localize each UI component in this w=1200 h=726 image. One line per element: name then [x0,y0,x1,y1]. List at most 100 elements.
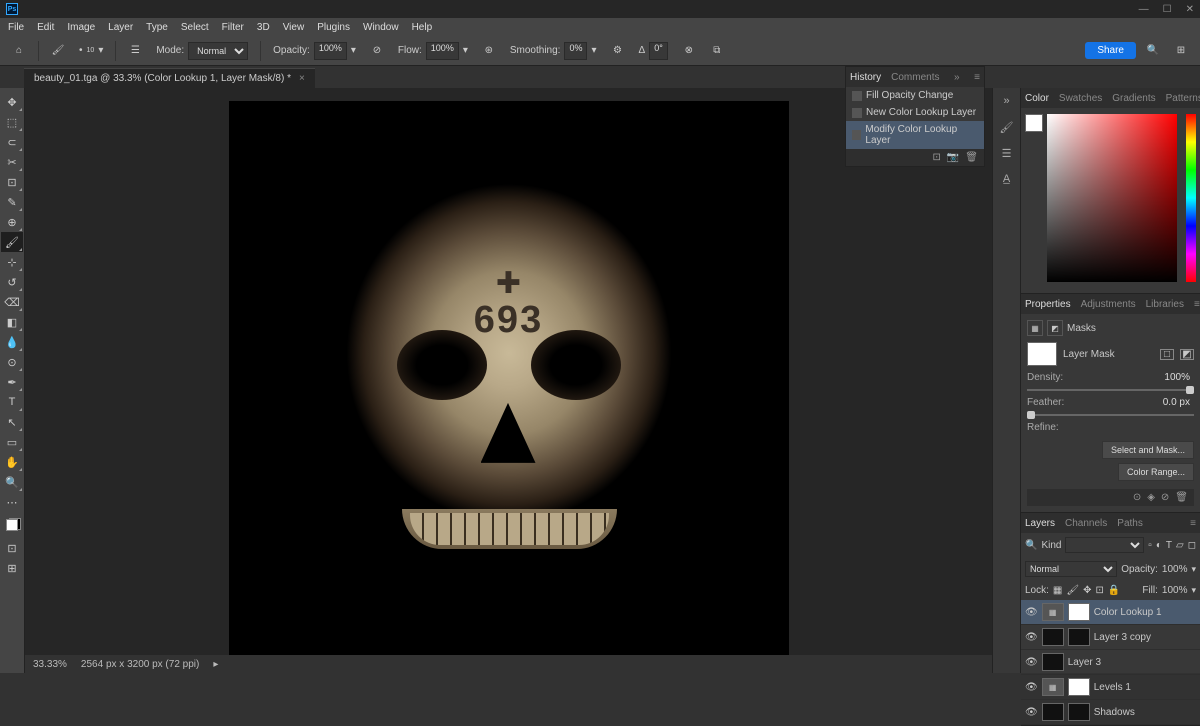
menu-select[interactable]: Select [181,22,209,33]
more-tools-icon[interactable]: ⋯ [1,492,23,512]
menu-help[interactable]: Help [412,22,433,33]
apply-mask-icon[interactable]: ◈ [1147,492,1155,503]
close-tab-icon[interactable]: × [299,73,305,84]
layer-thumbnail[interactable] [1042,628,1064,646]
history-panel[interactable]: History Comments » ≡ Fill Opacity Change… [845,66,985,167]
brushes-panel-icon[interactable]: 🖌 [998,118,1016,136]
add-pixel-mask-icon[interactable]: □ [1160,349,1174,360]
density-slider[interactable] [1027,389,1194,391]
expand-icon[interactable]: » [998,92,1016,110]
lock-artboard-icon[interactable]: ⊡ [1095,585,1103,596]
color-preview-swatch[interactable] [1025,114,1043,132]
screenmode-icon[interactable]: ⊞ [1,558,23,578]
filter-kind-select[interactable] [1065,537,1144,553]
layer-name[interactable]: Color Lookup 1 [1094,607,1162,618]
brush-tool-icon[interactable]: 🖌 [1,232,23,252]
dodge-tool-icon[interactable]: ⊙ [1,352,23,372]
hand-tool-icon[interactable]: ✋ [1,452,23,472]
tab-history[interactable]: History [850,72,881,83]
smoothing-field[interactable]: 0% [564,42,587,60]
lock-all-icon[interactable]: 🔒 [1108,585,1120,596]
layer-name[interactable]: Levels 1 [1094,682,1131,693]
foreground-swatch[interactable] [6,519,18,531]
new-doc-from-state-icon[interactable]: ⊡ [932,152,940,163]
pressure-size-icon[interactable]: ⊗ [678,40,700,62]
layer-row[interactable]: 👁Layer 3 copy [1021,625,1200,650]
lock-pixels-icon[interactable]: 🖌 [1066,585,1079,596]
mask-thumbnail[interactable] [1068,703,1090,721]
smoothing-options-icon[interactable]: ⚙ [607,40,629,62]
frame-tool-icon[interactable]: ⊡ [1,172,23,192]
tab-color[interactable]: Color [1025,93,1049,104]
menu-layer[interactable]: Layer [108,22,133,33]
brush-settings-panel-icon[interactable]: ☰ [998,144,1016,162]
eraser-tool-icon[interactable]: ⌫ [1,292,23,312]
color-field[interactable] [1047,114,1177,282]
history-item[interactable]: Fill Opacity Change [846,87,984,104]
fill-value[interactable]: 100% [1162,585,1188,596]
filter-type-icon[interactable]: T [1166,540,1172,551]
history-item[interactable]: New Color Lookup Layer [846,104,984,121]
filter-adj-icon[interactable]: ◐ [1156,540,1162,551]
canvas-area[interactable]: ✚ 693 33.33% 2564 px x 3200 px (72 ppi)▸ [25,88,992,673]
tab-comments[interactable]: Comments [891,72,939,83]
menu-type[interactable]: Type [146,22,168,33]
tab-adjustments[interactable]: Adjustments [1081,299,1136,310]
pen-tool-icon[interactable]: ✒ [1,372,23,392]
brush-preset-icon[interactable]: 🖌 [47,40,69,62]
crop-tool-icon[interactable]: ✂ [1,152,23,172]
feather-value[interactable]: 0.0 px [1163,397,1194,408]
healing-tool-icon[interactable]: ⊕ [1,212,23,232]
history-item[interactable]: Modify Color Lookup Layer [846,121,984,149]
visibility-icon[interactable]: 👁 [1025,607,1038,618]
layer-opacity-value[interactable]: 100% [1162,564,1188,575]
tab-libraries[interactable]: Libraries [1146,299,1184,310]
type-tool-icon[interactable]: T [1,392,23,412]
stamp-tool-icon[interactable]: ⊹ [1,252,23,272]
add-vector-mask-icon[interactable]: ◩ [1180,349,1194,360]
history-brush-tool-icon[interactable]: ↺ [1,272,23,292]
maximize-button[interactable]: ☐ [1163,4,1172,15]
load-selection-icon[interactable]: ⊙ [1133,492,1141,503]
brush-settings-icon[interactable]: ☰ [124,40,146,62]
pixel-mask-icon[interactable]: ▦ [1027,320,1043,336]
lasso-tool-icon[interactable]: ⊂ [1,132,23,152]
delete-state-icon[interactable]: 🗑 [965,152,978,163]
visibility-icon[interactable]: 👁 [1025,682,1038,693]
density-value[interactable]: 100% [1164,372,1194,383]
select-and-mask-button[interactable]: Select and Mask... [1102,441,1194,459]
home-icon[interactable]: ⌂ [8,40,30,62]
marquee-tool-icon[interactable]: ⬚ [1,112,23,132]
blend-mode-select[interactable]: Normal [1025,561,1117,577]
airbrush-icon[interactable]: ⊛ [478,40,500,62]
document-canvas[interactable]: ✚ 693 [229,101,789,661]
angle-field[interactable]: 0° [649,42,668,60]
panel-menu-icon[interactable]: ≡ [1194,299,1200,310]
mask-thumbnail[interactable] [1027,342,1057,366]
gradient-tool-icon[interactable]: ◧ [1,312,23,332]
tab-gradients[interactable]: Gradients [1112,93,1155,104]
menu-window[interactable]: Window [363,22,399,33]
color-range-button[interactable]: Color Range... [1118,463,1194,481]
tab-swatches[interactable]: Swatches [1059,93,1102,104]
visibility-icon[interactable]: 👁 [1025,657,1038,668]
panel-menu-icon[interactable]: ≡ [1190,518,1196,529]
quickmask-icon[interactable]: ⊡ [1,538,23,558]
zoom-level[interactable]: 33.33% [33,659,67,670]
layer-thumbnail[interactable] [1068,678,1090,696]
vector-mask-icon[interactable]: ◩ [1047,320,1063,336]
menu-image[interactable]: Image [67,22,95,33]
blend-mode-select[interactable]: Normal [188,42,248,60]
visibility-icon[interactable]: 👁 [1025,707,1038,718]
lock-position-icon[interactable]: ✥ [1083,585,1091,596]
collapse-icon[interactable]: » [954,72,960,83]
minimize-button[interactable]: — [1139,4,1149,15]
delete-mask-icon[interactable]: 🗑 [1175,492,1188,503]
blur-tool-icon[interactable]: 💧 [1,332,23,352]
menu-3d[interactable]: 3D [257,22,270,33]
move-tool-icon[interactable]: ✥ [1,92,23,112]
filter-smart-icon[interactable]: ◻ [1188,540,1196,551]
zoom-tool-icon[interactable]: 🔍 [1,472,23,492]
tab-properties[interactable]: Properties [1025,299,1071,310]
layer-thumbnail[interactable] [1042,703,1064,721]
